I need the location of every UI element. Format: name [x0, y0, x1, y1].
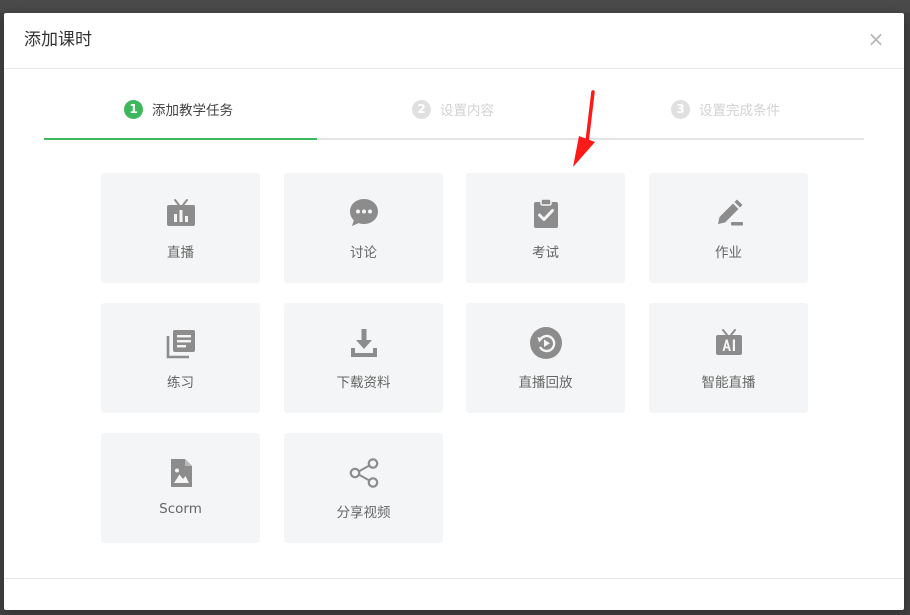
add-lesson-dialog: 添加课时 × 1 添加教学任务 2 设置内容 3 设置完成条件 直播 讨论 考试…	[4, 13, 904, 610]
task-tile-discussion[interactable]: 讨论	[284, 173, 443, 283]
task-tile-label: 直播回放	[518, 375, 573, 391]
share-icon	[347, 456, 381, 490]
stacked-pages-icon	[164, 326, 198, 360]
task-tile-label: 智能直播	[701, 375, 756, 391]
step-2: 2 设置内容	[412, 97, 494, 121]
backdrop	[0, 0, 910, 13]
ai-tv-icon	[712, 326, 746, 360]
annotation-arrow	[573, 90, 595, 167]
task-tile-label: 作业	[715, 245, 742, 261]
task-tile-practice[interactable]: 练习	[101, 303, 260, 413]
step-progress-fill	[44, 138, 317, 140]
step-3-number: 3	[671, 99, 690, 119]
chat-bubble-icon	[347, 196, 381, 230]
step-1: 1 添加教学任务	[124, 97, 233, 121]
task-tile-label: 直播	[167, 245, 194, 261]
task-tile-share-video[interactable]: 分享视频	[284, 433, 443, 543]
task-tile-label: Scorm	[159, 501, 202, 517]
task-tile-label: 讨论	[350, 245, 377, 261]
download-icon	[347, 326, 381, 360]
task-tile-replay[interactable]: 直播回放	[466, 303, 625, 413]
task-tile-label: 练习	[167, 375, 194, 391]
live-tv-icon	[164, 196, 198, 230]
dialog-footer-divider	[4, 578, 904, 579]
task-tile-live[interactable]: 直播	[101, 173, 260, 283]
pencil-edit-icon	[712, 196, 746, 230]
image-file-icon	[164, 456, 198, 490]
task-tile-download[interactable]: 下载资料	[284, 303, 443, 413]
step-1-label: 添加教学任务	[152, 103, 233, 119]
close-icon[interactable]: ×	[864, 27, 888, 51]
step-2-label: 设置内容	[440, 103, 494, 119]
step-3-label: 设置完成条件	[699, 103, 780, 119]
replay-icon	[529, 326, 563, 360]
task-tile-label: 分享视频	[336, 505, 391, 521]
dialog-header: 添加课时 ×	[4, 13, 904, 69]
dialog-title: 添加课时	[24, 30, 92, 50]
step-progress-bar: 1 添加教学任务 2 设置内容 3 设置完成条件	[44, 97, 864, 140]
task-tile-label: 考试	[532, 245, 559, 261]
step-2-number: 2	[412, 99, 431, 119]
task-tile-exam[interactable]: 考试	[466, 173, 625, 283]
clipboard-check-icon	[529, 196, 563, 230]
task-tile-label: 下载资料	[336, 375, 391, 391]
task-tile-smart-live[interactable]: 智能直播	[649, 303, 808, 413]
task-tile-homework[interactable]: 作业	[649, 173, 808, 283]
step-3: 3 设置完成条件	[671, 97, 780, 121]
task-tile-scorm[interactable]: Scorm	[101, 433, 260, 543]
step-1-number: 1	[124, 99, 143, 119]
